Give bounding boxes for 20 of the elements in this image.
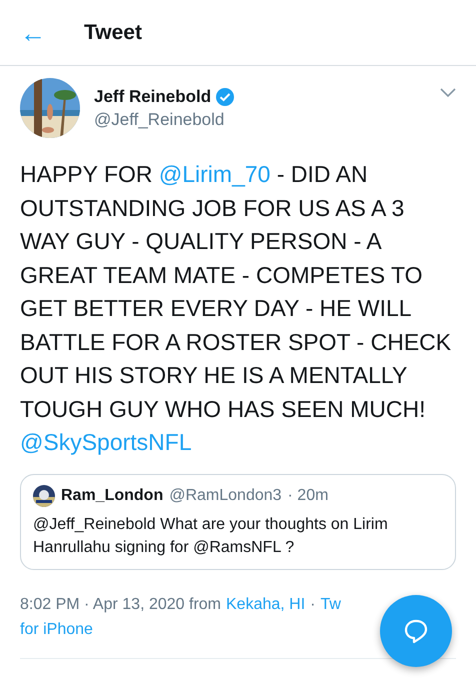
separator: · — [310, 594, 316, 614]
tweet-text: HAPPY FOR @Lirim_70 - DID AN OUTSTANDING JOB FOR US AS A 3 WAY GUY - QUALITY PERSON - A GREAT TEAM MATE - COMPETES TO GET BETTER EVERY DAY - HE WILL BATTLE FOR A ROSTER SPOT - CHECK OUT HIS STORY HE IS A MENTALLY TOUGH GUY WHO HAS SEEN MUCH! @SkySportsNFL — [20, 160, 452, 457]
source-link[interactable]: for iPhone — [20, 620, 93, 638]
reply-button[interactable] — [380, 595, 452, 667]
author-name[interactable]: Jeff Reinebold — [94, 86, 212, 106]
quoted-time: · 20m — [288, 486, 328, 504]
quoted-author-handle: @RamLondon3 — [169, 486, 282, 504]
source-link[interactable]: Tw — [320, 592, 341, 616]
speech-bubble-icon — [402, 617, 430, 645]
back-button[interactable]: ← — [20, 20, 46, 46]
author-handle[interactable]: @Jeff_Reinebold — [94, 110, 426, 130]
quoted-author-name: Ram_London — [61, 486, 164, 504]
quoted-text: @Jeff_Reinebold What are your thoughts on Lirim Hanrullahu signing for @RamsNFL ? — [33, 514, 389, 558]
chevron-down-icon[interactable] — [440, 88, 456, 98]
quoted-tweet[interactable]: Ram_London @RamLondon3 · 20m @Jeff_Reinebold What are your thoughts on Lirim Hanrullahu signing for @RamsNFL ? — [20, 474, 456, 570]
location-link[interactable]: Kekaha, HI — [226, 592, 306, 616]
mention-link[interactable]: @Lirim_70 — [158, 161, 270, 187]
mention-link[interactable]: @SkySportsNFL — [20, 429, 192, 455]
timestamp: 8:02 PM · Apr 13, 2020 from — [20, 594, 221, 614]
page-title: Tweet — [84, 20, 142, 44]
